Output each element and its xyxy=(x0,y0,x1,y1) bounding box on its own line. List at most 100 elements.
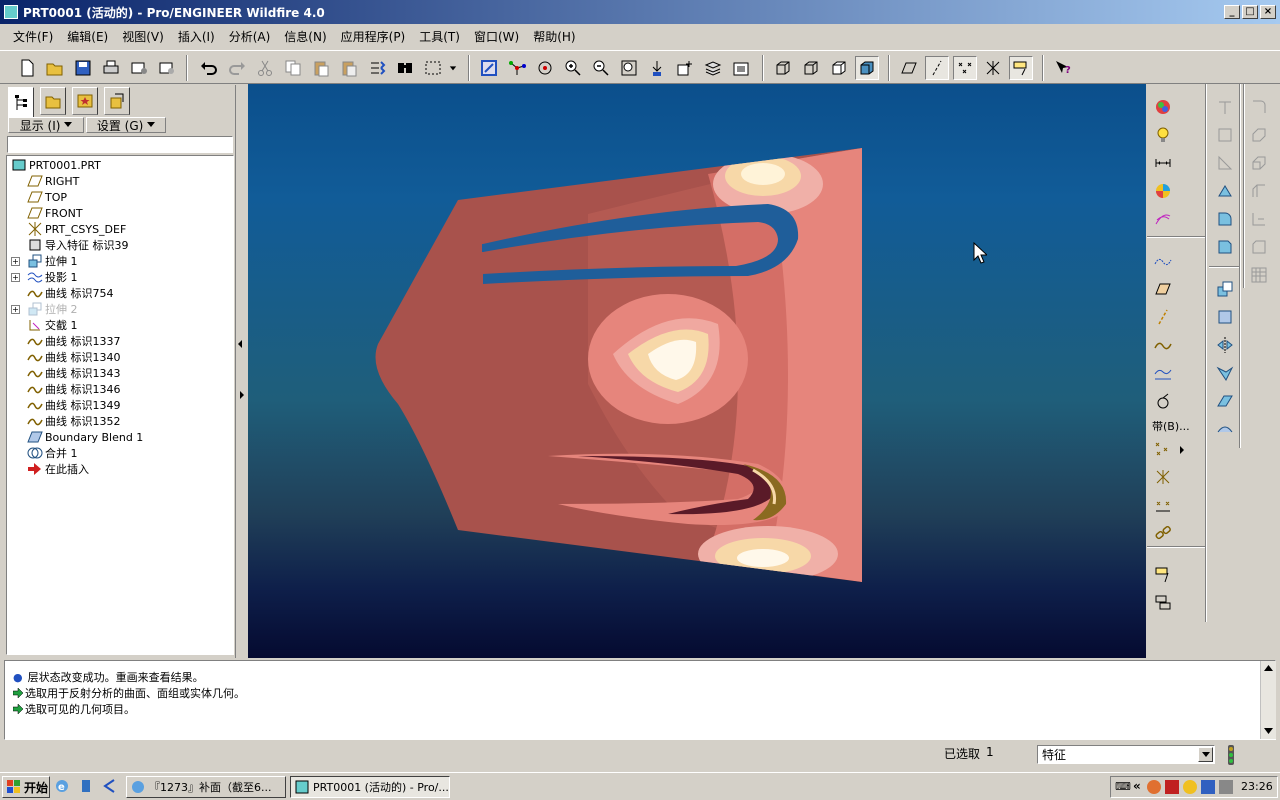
color-analysis-icon[interactable] xyxy=(1152,180,1174,202)
shell-feature-icon[interactable] xyxy=(1248,124,1270,146)
extend-feature-icon[interactable] xyxy=(1214,390,1236,412)
hidden-line-icon[interactable] xyxy=(799,56,823,80)
menu-applications[interactable]: 应用程序(P) xyxy=(334,28,413,45)
quicklaunch-app-icon[interactable] xyxy=(78,778,96,796)
context-help-icon[interactable]: ? xyxy=(1051,56,1075,80)
tray-k-icon[interactable] xyxy=(1165,780,1179,794)
datum-plane-tool-icon[interactable] xyxy=(1152,278,1174,300)
tree-item[interactable]: 在此插入 xyxy=(27,461,89,477)
variable-sweep-icon[interactable] xyxy=(1214,152,1236,174)
ie-icon[interactable]: e xyxy=(54,778,72,796)
menu-tools[interactable]: 工具(T) xyxy=(412,28,467,45)
open-folder-icon[interactable] xyxy=(43,56,67,80)
scroll-up-icon[interactable] xyxy=(1264,665,1273,671)
tray-qq-icon[interactable] xyxy=(1183,780,1197,794)
datum-axes-toggle-icon[interactable] xyxy=(925,56,949,80)
trim-feature-icon[interactable] xyxy=(1214,362,1236,384)
sketched-curve-icon[interactable] xyxy=(1152,250,1174,272)
pattern-feature-icon[interactable] xyxy=(1248,264,1270,286)
zoom-out-icon[interactable] xyxy=(589,56,613,80)
annotations-toggle-icon[interactable] xyxy=(1009,56,1033,80)
tree-item[interactable]: 曲线 标识1352 xyxy=(27,413,121,429)
tree-item[interactable]: 曲线 标识754 xyxy=(27,285,114,301)
tree-item[interactable]: 交截 1 xyxy=(27,317,78,333)
csys-toggle-icon[interactable] xyxy=(981,56,1005,80)
tree-filter-input[interactable] xyxy=(7,136,233,153)
flyout-arrow-icon[interactable] xyxy=(1180,444,1185,457)
repaint-icon[interactable] xyxy=(477,56,501,80)
tree-item[interactable]: 曲线 标识1346 xyxy=(27,381,121,397)
tree-item[interactable]: PRT0001.PRT xyxy=(11,157,101,173)
refit-icon[interactable] xyxy=(617,56,641,80)
datum-points-toggle-icon[interactable] xyxy=(953,56,977,80)
layers-icon[interactable] xyxy=(701,56,725,80)
undo-icon[interactable] xyxy=(197,56,221,80)
tray-network-icon[interactable] xyxy=(1201,780,1215,794)
chevron-down-icon[interactable] xyxy=(1198,747,1213,762)
menu-analysis[interactable]: 分析(A) xyxy=(222,28,278,45)
paste-special-icon[interactable] xyxy=(337,56,361,80)
collapse-left-icon[interactable] xyxy=(237,340,243,348)
datum-planes-toggle-icon[interactable] xyxy=(897,56,921,80)
print-icon[interactable] xyxy=(99,56,123,80)
tree-item[interactable]: 导入特征 标识39 xyxy=(27,237,129,253)
regenerate-icon[interactable] xyxy=(365,56,389,80)
shading-icon[interactable] xyxy=(855,56,879,80)
light-bulb-icon[interactable] xyxy=(1152,124,1174,146)
minimize-button[interactable]: _ xyxy=(1224,5,1240,19)
quicklaunch-arrow-icon[interactable] xyxy=(102,778,120,796)
tolerance-tool-icon[interactable] xyxy=(1152,592,1174,614)
datum-curve-tool-icon[interactable] xyxy=(1152,334,1174,356)
paste-icon[interactable] xyxy=(309,56,333,80)
blend-feature-icon[interactable] xyxy=(1214,180,1236,202)
menu-file[interactable]: 文件(F) xyxy=(6,28,60,45)
saved-views-icon[interactable] xyxy=(673,56,697,80)
show-dropdown[interactable]: 显示 (I) xyxy=(8,117,84,133)
folder-browser-tab-icon[interactable] xyxy=(40,87,66,115)
revolve-feature-icon[interactable] xyxy=(1214,124,1236,146)
edge-round-icon[interactable] xyxy=(1248,208,1270,230)
csys-tool-icon[interactable] xyxy=(1152,466,1174,488)
graphics-viewport[interactable] xyxy=(248,84,1146,658)
tray-expand-icon[interactable]: « xyxy=(1133,779,1141,793)
menu-insert[interactable]: 插入(I) xyxy=(171,28,222,45)
menu-window[interactable]: 窗口(W) xyxy=(467,28,526,45)
tree-item[interactable]: Boundary Blend 1 xyxy=(27,429,143,445)
scroll-down-icon[interactable] xyxy=(1264,728,1273,734)
model-tree-tab-icon[interactable] xyxy=(8,87,34,117)
datum-axis-tool-icon[interactable] xyxy=(1152,306,1174,328)
save-icon[interactable] xyxy=(71,56,95,80)
menu-edit[interactable]: 编辑(E) xyxy=(60,28,115,45)
message-scrollbar[interactable] xyxy=(1260,661,1276,739)
view-manager-icon[interactable] xyxy=(729,56,753,80)
selection-filter-dropdown[interactable]: 特征 xyxy=(1037,745,1215,764)
appearance-icon[interactable] xyxy=(1152,96,1174,118)
send-mail-icon[interactable] xyxy=(127,56,151,80)
copy-feature-icon[interactable] xyxy=(1214,278,1236,300)
send-link-icon[interactable] xyxy=(155,56,179,80)
no-hidden-icon[interactable] xyxy=(827,56,851,80)
point-set-icon[interactable] xyxy=(1152,438,1174,460)
tree-item[interactable]: FRONT xyxy=(27,205,83,221)
panel-splitter[interactable] xyxy=(236,85,246,658)
band-tool-label[interactable]: 带(B)... xyxy=(1152,418,1190,434)
draft-feature-icon[interactable] xyxy=(1248,180,1270,202)
annotation-tool-icon[interactable] xyxy=(1152,564,1174,586)
analysis-feature-icon[interactable] xyxy=(1152,494,1174,516)
edge-chamfer-icon[interactable] xyxy=(1248,236,1270,258)
chamfer-feature-icon[interactable] xyxy=(1214,236,1236,258)
taskbar-button-browser[interactable]: 『1273』补面（截至6... xyxy=(126,776,286,798)
select-dropdown-chevron-icon[interactable] xyxy=(446,56,460,80)
tree-item[interactable]: 曲线 标识1349 xyxy=(27,397,121,413)
chain-link-icon[interactable] xyxy=(1152,522,1174,544)
tree-expand-toggle[interactable]: + xyxy=(11,273,20,282)
copy-icon[interactable] xyxy=(281,56,305,80)
wireframe-icon[interactable] xyxy=(771,56,795,80)
datum-point-tool-icon[interactable] xyxy=(1152,390,1174,412)
spin-center-icon[interactable] xyxy=(505,56,529,80)
new-file-icon[interactable] xyxy=(15,56,39,80)
orient-mode-icon[interactable] xyxy=(533,56,557,80)
menu-view[interactable]: 视图(V) xyxy=(115,28,171,45)
offset-feature-icon[interactable] xyxy=(1214,418,1236,440)
reorient-icon[interactable] xyxy=(645,56,669,80)
